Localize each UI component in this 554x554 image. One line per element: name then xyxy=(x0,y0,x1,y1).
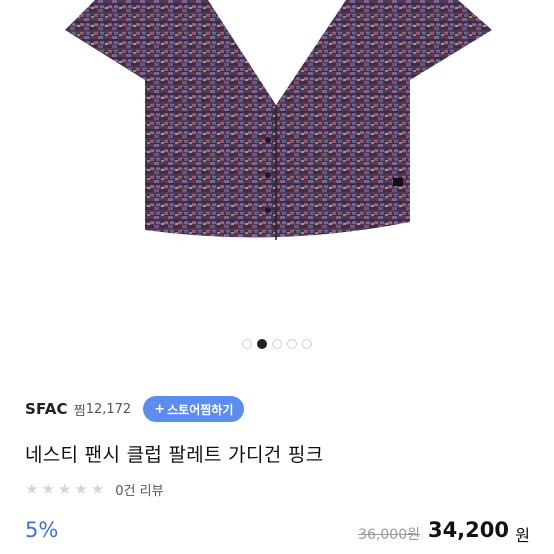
carousel-dot-active[interactable] xyxy=(257,339,267,349)
plus-icon: + xyxy=(154,401,166,417)
store-wish-button[interactable]: + 스토어찜하기 xyxy=(143,396,245,422)
star-icon: ★ xyxy=(74,480,88,498)
star-icon: ★ xyxy=(90,480,105,498)
store-wish-label: 스토어찜하기 xyxy=(167,402,234,417)
review-count[interactable]: 0건 리뷰 xyxy=(115,480,163,499)
brand-row: SFAC 찜 12,172 + 스토어찜하기 xyxy=(25,395,245,423)
wish-count: 12,172 xyxy=(85,401,132,417)
star-icon: ★ xyxy=(57,480,72,498)
product-image[interactable] xyxy=(0,0,554,330)
carousel-dot[interactable] xyxy=(272,339,282,349)
product-title: 네스티 팬시 클럽 팔레트 가디건 핑크 xyxy=(25,444,324,466)
carousel-dot[interactable] xyxy=(242,339,252,349)
star-icon: ★ xyxy=(41,480,55,498)
carousel-dots xyxy=(0,339,554,349)
wish-label: 찜 xyxy=(73,403,86,419)
currency-unit: 원 xyxy=(515,526,530,545)
carousel-dot[interactable] xyxy=(302,339,312,349)
original-price: 36,000원 xyxy=(358,527,420,543)
price-row: 5% 36,000원 34,200 원 xyxy=(25,518,530,548)
rating-row[interactable]: ★ ★ ★ ★ ★ 0건 리뷰 xyxy=(25,480,164,500)
cardigan-image-icon xyxy=(65,0,492,240)
rating-stars: ★ ★ ★ ★ ★ xyxy=(25,482,104,497)
sale-price: 34,200 xyxy=(427,518,509,542)
brand-name[interactable]: SFAC xyxy=(25,400,68,418)
discount-rate: 5% xyxy=(25,518,59,542)
star-icon: ★ xyxy=(25,480,39,498)
carousel-dot[interactable] xyxy=(287,339,297,349)
